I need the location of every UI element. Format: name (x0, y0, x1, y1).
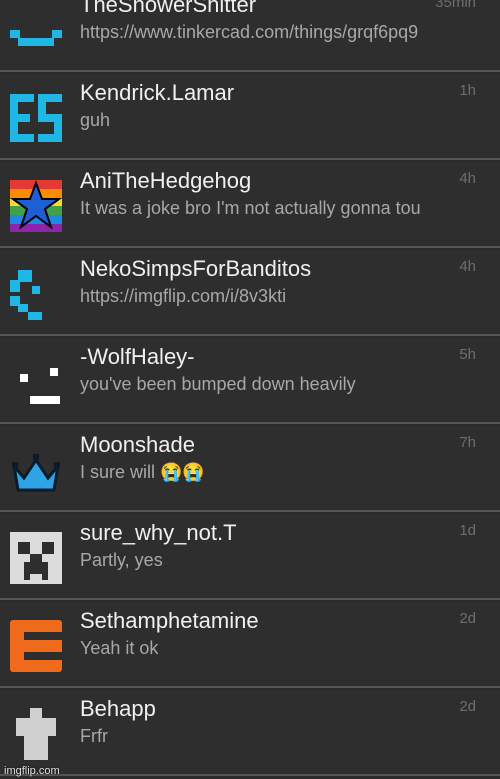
username[interactable]: Kendrick.Lamar (80, 80, 410, 106)
username[interactable]: TheShowerShitter (80, 0, 410, 18)
message-preview: Yeah it ok (80, 638, 159, 658)
message-preview: Partly, yes (80, 550, 163, 570)
username[interactable]: -WolfHaley- (80, 344, 410, 370)
blue-crown-icon[interactable] (10, 444, 62, 496)
conversation-row[interactable]: NekoSimpsForBanditos https://imgflip.com… (0, 250, 500, 336)
message-preview: https://www.tinkercad.com/things/grqf6pq… (80, 22, 419, 42)
timestamp: 4h (459, 170, 476, 187)
message-preview: I sure will 😭😭 (80, 462, 205, 482)
conversation-row[interactable]: -WolfHaley- you've been bumped down heav… (0, 338, 500, 424)
timestamp: 7h (459, 434, 476, 451)
message-preview: It was a joke bro I'm not actually gonna… (80, 198, 421, 218)
username[interactable]: Behapp (80, 696, 410, 722)
username[interactable]: Sethamphetamine (80, 608, 410, 634)
timestamp: 1h (459, 82, 476, 99)
message-preview: guh (80, 110, 111, 130)
username[interactable]: AniTheHedgehog (80, 168, 410, 194)
white-smirk-icon[interactable] (10, 356, 62, 408)
timestamp: 4h (459, 258, 476, 275)
conversation-row[interactable]: Behapp Frfr 2d (0, 690, 500, 776)
gray-figure-icon[interactable] (10, 708, 62, 760)
message-preview: you've been bumped down heavily (80, 374, 356, 394)
cyan-pixel-face-icon[interactable] (10, 268, 62, 320)
cyan-smile-icon[interactable] (10, 4, 62, 56)
timestamp: 2d (459, 610, 476, 627)
orange-e-icon[interactable] (10, 620, 62, 672)
username[interactable]: Moonshade (80, 432, 410, 458)
watermark: imgflip.com (4, 765, 60, 777)
timestamp: 2d (459, 698, 476, 715)
timestamp: 5h (459, 346, 476, 363)
timestamp: 35min (435, 0, 476, 11)
conversation-row[interactable]: AniTheHedgehog It was a joke bro I'm not… (0, 162, 500, 248)
message-preview: https://imgflip.com/i/8v3kti (80, 286, 287, 306)
timestamp: 1d (459, 522, 476, 539)
username[interactable]: NekoSimpsForBanditos (80, 256, 410, 282)
message-preview: Frfr (80, 726, 108, 746)
creeper-face-icon[interactable] (10, 532, 62, 584)
conversation-row[interactable]: Moonshade I sure will 😭😭 7h (0, 426, 500, 512)
blue-es-icon[interactable] (10, 92, 62, 144)
conversation-row[interactable]: TheShowerShitter https://www.tinkercad.c… (0, 0, 500, 72)
conversation-row[interactable]: sure_why_not.T Partly, yes 1d (0, 514, 500, 600)
conversation-row[interactable]: Sethamphetamine Yeah it ok 2d (0, 602, 500, 688)
conversation-row[interactable]: Kendrick.Lamar guh 1h (0, 74, 500, 160)
rainbow-star-icon[interactable] (10, 180, 62, 232)
username[interactable]: sure_why_not.T (80, 520, 410, 546)
